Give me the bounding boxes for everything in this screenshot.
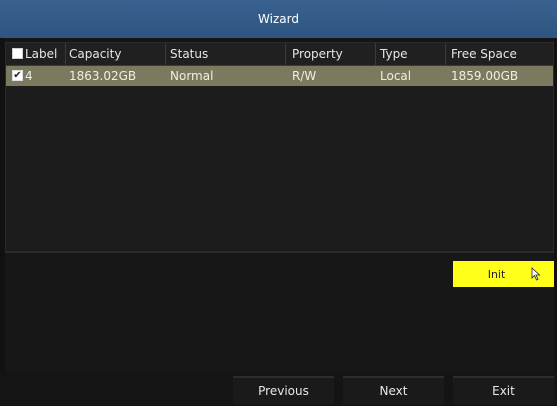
row-free-space: 1859.00GB [451, 69, 519, 83]
column-header-capacity[interactable]: Capacity [69, 43, 121, 65]
table-row[interactable]: ✔ 4 1863.02GB Normal R/W Local 1859.00GB [6, 66, 553, 86]
next-button[interactable]: Next [343, 376, 444, 404]
row-status: Normal [170, 69, 214, 83]
title-bar: Wizard [0, 0, 557, 38]
column-divider [375, 43, 376, 65]
row-property: R/W [292, 69, 317, 83]
checkmark-icon: ✔ [13, 70, 22, 81]
row-label: 4 [25, 69, 33, 83]
row-checkbox[interactable]: ✔ [12, 70, 23, 81]
mouse-cursor-icon [531, 267, 541, 281]
column-header-type[interactable]: Type [380, 43, 408, 65]
init-button-label: Init [487, 267, 506, 281]
exit-button-label: Exit [492, 384, 515, 398]
table-header: Label Capacity Status Property Type Free… [6, 43, 553, 66]
column-header-label[interactable]: Label [25, 43, 57, 65]
column-divider [65, 43, 66, 65]
exit-button[interactable]: Exit [453, 376, 554, 404]
column-divider [285, 43, 286, 65]
init-button[interactable]: Init [453, 261, 554, 287]
row-capacity: 1863.02GB [69, 69, 137, 83]
column-header-free-space[interactable]: Free Space [451, 43, 517, 65]
column-header-property[interactable]: Property [292, 43, 343, 65]
previous-button[interactable]: Previous [233, 376, 334, 404]
next-button-label: Next [379, 384, 408, 398]
disk-table: Label Capacity Status Property Type Free… [5, 42, 554, 252]
row-type: Local [380, 69, 412, 83]
column-header-status[interactable]: Status [170, 43, 208, 65]
column-divider [445, 43, 446, 65]
previous-button-label: Previous [258, 384, 309, 398]
select-all-checkbox[interactable] [12, 48, 23, 59]
column-divider [165, 43, 166, 65]
window-title: Wizard [258, 12, 299, 26]
